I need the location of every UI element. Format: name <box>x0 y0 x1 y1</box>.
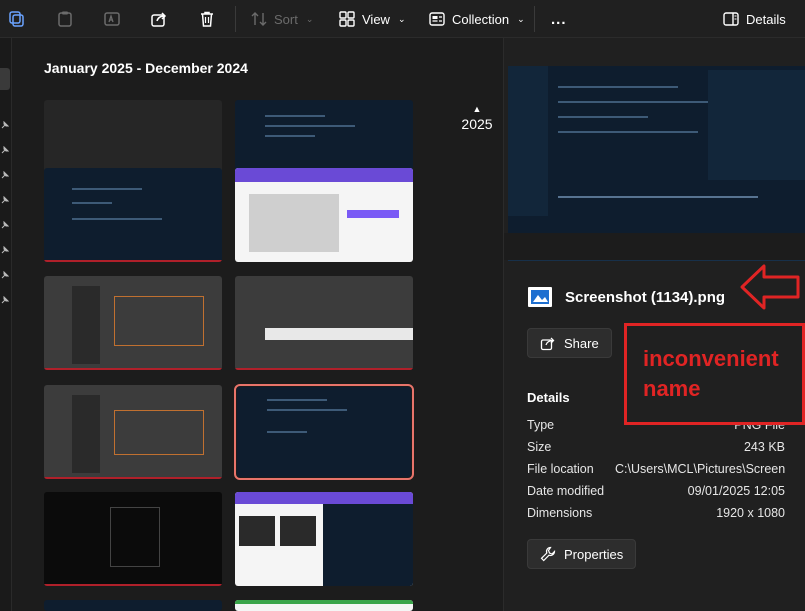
copy-button[interactable] <box>8 6 26 32</box>
photo-thumbnail[interactable] <box>235 600 413 611</box>
wrench-icon <box>540 546 556 562</box>
pin-icon[interactable] <box>1 296 9 304</box>
delete-button[interactable] <box>198 6 216 32</box>
pin-icon[interactable] <box>1 196 9 204</box>
photo-thumbnail-selected[interactable] <box>234 384 414 480</box>
property-key: Dimensions <box>527 506 593 520</box>
property-row: Date modified 09/01/2025 12:05 <box>527 484 785 502</box>
properties-label: Properties <box>564 546 624 562</box>
pin-icon[interactable] <box>1 146 9 154</box>
pin-icon[interactable] <box>1 246 9 254</box>
details-label: Details <box>746 11 786 27</box>
property-key: Date modified <box>527 484 605 498</box>
property-value: 1920 x 1080 <box>716 506 785 520</box>
image-preview[interactable] <box>508 66 805 261</box>
details-toggle-button[interactable]: Details <box>722 6 786 32</box>
paste-button[interactable] <box>56 6 74 32</box>
photo-thumbnail[interactable] <box>44 276 222 370</box>
navigation-rail <box>0 38 12 611</box>
file-name: Screenshot (1134).png <box>565 288 726 306</box>
year-scroll-marker[interactable]: ▲ 2025 <box>452 104 502 132</box>
chevron-down-icon: ⌄ <box>305 13 314 24</box>
chevron-down-icon: ⌄ <box>517 13 525 24</box>
share-icon <box>540 337 555 351</box>
toolbar: Sort ⌄ View ⌄ Collection ⌄ ... Details <box>0 0 805 38</box>
triangle-up-icon: ▲ <box>472 104 482 114</box>
sort-label: Sort <box>274 11 298 27</box>
annotation-box: inconvenient name <box>624 323 805 425</box>
view-button[interactable]: View ⌄ <box>338 6 406 32</box>
photo-thumbnail[interactable] <box>44 492 222 586</box>
rename-icon <box>104 12 120 26</box>
toolbar-divider <box>534 6 535 32</box>
pin-icon[interactable] <box>1 121 9 129</box>
property-key: Type <box>527 418 555 432</box>
photo-thumbnail[interactable] <box>235 492 413 586</box>
annotation-arrow <box>740 264 800 310</box>
gallery-date-range: January 2025 - December 2024 <box>44 60 248 76</box>
details-pane-icon <box>723 12 739 26</box>
rename-button[interactable] <box>103 6 121 32</box>
photo-thumbnail[interactable] <box>235 276 413 370</box>
property-row: Size 243 KB <box>527 440 785 458</box>
pin-icon[interactable] <box>1 221 9 229</box>
property-value: 09/01/2025 12:05 <box>687 484 785 498</box>
file-name-row: Screenshot (1134).png <box>527 286 725 308</box>
collection-button[interactable]: Collection ⌄ <box>428 6 525 32</box>
photo-thumbnail[interactable] <box>44 385 222 479</box>
photo-thumbnail[interactable] <box>44 168 222 262</box>
trash-icon <box>201 11 213 27</box>
collection-label: Collection <box>452 11 510 27</box>
toolbar-divider <box>235 6 236 32</box>
sort-button[interactable]: Sort ⌄ <box>250 6 313 32</box>
collection-icon <box>429 12 445 26</box>
pin-icon[interactable] <box>1 171 9 179</box>
details-section-title: Details <box>527 390 570 405</box>
photo-gallery: January 2025 - December 2024 ▲ 2025 <box>12 38 502 611</box>
preview-footer <box>504 233 805 260</box>
more-icon: ... <box>551 10 567 28</box>
share-icon <box>151 12 167 27</box>
clipboard-icon <box>58 11 72 27</box>
annotation-text: inconvenient name <box>643 344 779 404</box>
share-button[interactable]: Share <box>527 328 612 358</box>
properties-button[interactable]: Properties <box>527 539 637 569</box>
view-label: View <box>362 11 390 27</box>
grid-view-icon <box>339 11 355 27</box>
property-value: 243 KB <box>743 440 785 454</box>
property-key: File location <box>527 462 594 476</box>
sort-icon <box>251 12 267 26</box>
year-label: 2025 <box>461 116 493 132</box>
property-row: Dimensions 1920 x 1080 <box>527 506 785 524</box>
share-label: Share <box>564 335 599 351</box>
copy-icon <box>9 11 24 27</box>
annotation-line: inconvenient <box>643 346 779 371</box>
share-toolbar-button[interactable] <box>150 6 168 32</box>
file-location-link[interactable]: C:\Users\MCL\Pictures\Screen... <box>615 462 785 476</box>
property-key: Size <box>527 440 552 454</box>
photo-thumbnail[interactable] <box>44 600 222 611</box>
image-file-icon <box>528 287 552 307</box>
photo-thumbnail[interactable] <box>235 168 413 262</box>
rail-selected-item[interactable] <box>0 68 10 90</box>
annotation-line: name <box>643 376 701 401</box>
chevron-down-icon: ⌄ <box>397 13 406 24</box>
more-options-button[interactable]: ... <box>551 6 567 32</box>
pin-icon[interactable] <box>1 271 9 279</box>
property-row: File location C:\Users\MCL\Pictures\Scre… <box>527 462 785 480</box>
